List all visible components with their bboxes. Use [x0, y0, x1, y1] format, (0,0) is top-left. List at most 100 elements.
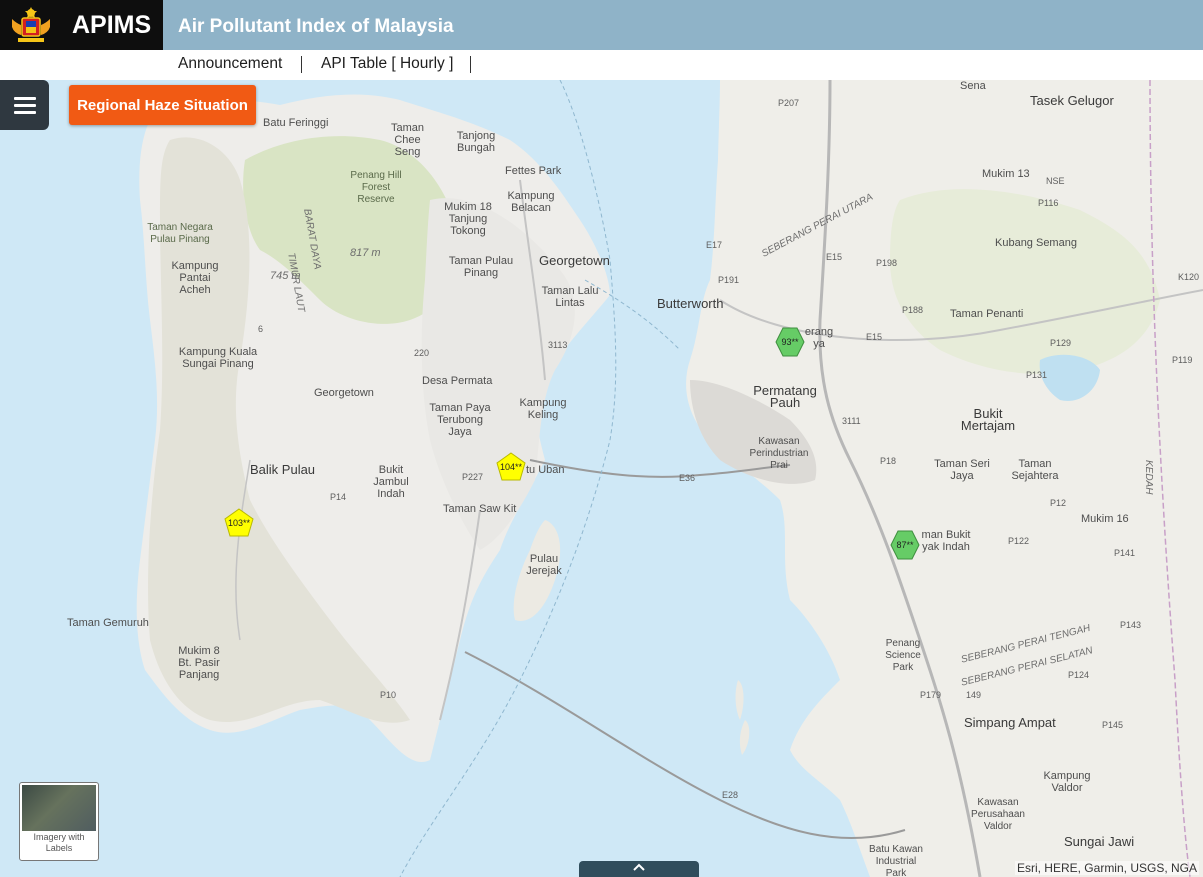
- menu-icon: [13, 103, 36, 107]
- map-label-place: erang ya: [804, 326, 834, 350]
- api-station-marker[interactable]: 87**: [890, 530, 920, 560]
- map-label-road: P207: [778, 98, 800, 108]
- map-label-road: E28: [722, 790, 739, 800]
- map-label-place: Mukim 13: [982, 168, 1030, 180]
- nav-announcement-link[interactable]: Announcement: [178, 55, 282, 73]
- expand-panel-tab[interactable]: [579, 861, 699, 877]
- brand-block[interactable]: APIMS: [0, 0, 163, 50]
- map-label-place: Kawasan Perusahaan Valdor: [971, 797, 1025, 832]
- map-label-road: K120: [1178, 272, 1200, 282]
- map-label-place: Taman Paya Terubong Jaya: [429, 402, 491, 438]
- map-label-road: 149: [966, 690, 982, 700]
- map-label-road: P198: [876, 258, 898, 268]
- map-label-city: Balik Pulau: [250, 462, 316, 477]
- map-label-road: 3113: [548, 340, 568, 350]
- map-label-place: Kampung Valdor: [1043, 770, 1091, 794]
- hamburger-menu-button[interactable]: [0, 80, 49, 130]
- map-view[interactable]: Batu Feringgi Taman Chee Seng Tanjong Bu…: [0, 80, 1203, 877]
- map-label-road: P18: [880, 456, 897, 466]
- map-label-elevation: 817 m: [350, 247, 381, 259]
- nav-divider: [470, 56, 471, 73]
- map-label-road: E17: [706, 240, 723, 250]
- map-label-place: Taman Saw Kit: [443, 503, 517, 515]
- map-label-place: Mukim 8 Bt. Pasir Panjang: [178, 645, 220, 681]
- map-label-road: E15: [866, 332, 883, 342]
- map-label-place: Georgetown: [314, 387, 374, 399]
- api-station-value: 104**: [499, 462, 523, 472]
- map-label-road: P188: [902, 305, 924, 315]
- basemap-label: Imagery with Labels: [33, 832, 85, 853]
- map-label-place: Penang Science Park: [885, 638, 921, 673]
- map-label-place: Kampung Belacan: [507, 190, 555, 214]
- map-label-road: P129: [1050, 338, 1072, 348]
- nav-divider: [301, 56, 302, 73]
- api-station-marker[interactable]: 103**: [224, 508, 254, 538]
- map-label-city: Sungai Jawi: [1064, 834, 1135, 849]
- map-label-road: P122: [1008, 536, 1030, 546]
- map-label-place: Taman Gemuruh: [67, 617, 149, 629]
- map-label-place: Batu Kawan Industrial Park: [869, 844, 923, 877]
- map-label-place: Bukit Jambul Indah: [373, 464, 409, 500]
- api-station-value: 87**: [896, 540, 914, 550]
- map-label-road: P14: [330, 492, 347, 502]
- map-label-city: Permatang Pauh: [753, 383, 817, 410]
- map-label-forest: Penang Hill Forest Reserve: [350, 170, 402, 205]
- map-label-road: P116: [1038, 198, 1059, 208]
- api-station-value: 103**: [227, 518, 251, 528]
- map-label-road: P124: [1068, 670, 1090, 680]
- map-label-place: Kawasan Perindustrian Prai: [749, 436, 809, 471]
- api-station-value: 93**: [781, 337, 799, 347]
- map-label-road: NSE: [1046, 176, 1065, 186]
- map-attribution: Esri, HERE, Garmin, USGS, NGA: [1014, 861, 1199, 875]
- brand-title: APIMS: [72, 10, 152, 39]
- map-label-road: 6: [258, 324, 264, 334]
- map-label-place: Kampung Kuala Sungai Pinang: [178, 346, 258, 370]
- map-label-road: P119: [1172, 355, 1193, 365]
- map-label-city: Butterworth: [657, 296, 724, 311]
- map-label-place: Batu Feringgi: [263, 117, 329, 129]
- top-header: APIMS Air Pollutant Index of Malaysia: [0, 0, 1203, 50]
- menu-icon: [13, 110, 36, 114]
- map-label-road: P143: [1120, 620, 1142, 630]
- map-label-place: Desa Permata: [422, 375, 493, 387]
- api-station-marker[interactable]: 93**: [775, 327, 805, 357]
- map-label-road: P227: [462, 472, 484, 482]
- map-label-road: P179: [920, 690, 942, 700]
- page-title: Air Pollutant Index of Malaysia: [178, 16, 454, 37]
- map-label-place: Fettes Park: [505, 165, 562, 177]
- map-label-place: Mukim 18 Tanjung Tokong: [444, 201, 492, 237]
- imagery-thumbnail: [22, 785, 96, 831]
- map-label-place: tu Uban: [526, 464, 565, 476]
- map-label-place: Taman Lalu Lintas: [541, 285, 599, 309]
- nav-api-table-link[interactable]: API Table [ Hourly ]: [321, 55, 453, 73]
- map-label-road: P10: [380, 690, 397, 700]
- map-label-place: Mukim 16: [1081, 513, 1129, 525]
- map-label-place: Tanjong Bungah: [456, 130, 496, 154]
- map-label-city: Tasek Gelugor: [1030, 93, 1114, 108]
- map-label-place: Taman Chee Seng: [390, 122, 425, 158]
- map-label-place: Kampung Pantai Acheh: [171, 260, 219, 296]
- regional-haze-button[interactable]: Regional Haze Situation: [69, 85, 256, 125]
- map-label-road: P145: [1102, 720, 1124, 730]
- map-label-place: man Bukit yak Indah: [921, 529, 971, 553]
- map-label-city: Georgetown: [539, 253, 610, 268]
- map-label-place: Kampung Keling: [519, 397, 567, 421]
- map-label-place: Taman Seri Jaya: [934, 458, 990, 482]
- map-label-place: Kubang Semang: [995, 237, 1077, 249]
- map-label-place: Taman Pulau Pinang: [448, 255, 514, 279]
- map-label-place: Sena: [960, 80, 986, 92]
- map-label-district: KEDAH: [1143, 460, 1154, 495]
- map-label-park: Taman Negara Pulau Pinang: [147, 222, 213, 245]
- map-label-road: P12: [1050, 498, 1067, 508]
- malaysia-coat-of-arms-icon: [12, 7, 50, 42]
- map-label-road: E36: [679, 473, 696, 483]
- map-label-place: Taman Penanti: [950, 308, 1024, 320]
- menu-icon: [13, 96, 36, 100]
- map-label-road: P141: [1114, 548, 1136, 558]
- sub-navigation: Announcement API Table [ Hourly ]: [0, 50, 1203, 81]
- api-station-marker[interactable]: 104**: [496, 452, 526, 482]
- basemap-toggle[interactable]: Imagery with Labels: [19, 782, 99, 861]
- map-label-city: Bukit Mertajam: [960, 406, 1016, 433]
- map-label-road: E15: [826, 252, 843, 262]
- map-label-road: P131: [1026, 370, 1048, 380]
